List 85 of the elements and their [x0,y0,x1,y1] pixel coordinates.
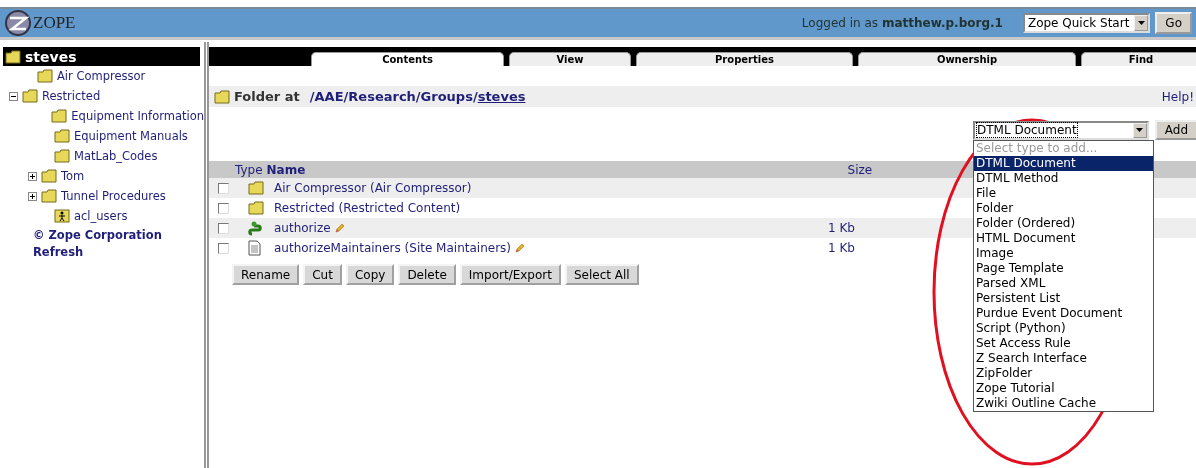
row-checkbox[interactable] [218,182,229,194]
snake-icon [248,220,264,236]
user-folder-icon [54,209,70,223]
folder-icon [41,169,57,183]
dropdown-option[interactable]: Folder [974,201,1153,216]
folder-icon [5,49,21,64]
size-cell-text: 1 Kb [828,221,856,235]
dropdown-option[interactable]: HTML Document [974,231,1153,246]
dropdown-option[interactable]: Image [974,246,1153,261]
tree-item[interactable]: Restricted [42,89,101,103]
sidebar-link[interactable]: Refresh [33,244,84,259]
row-checkbox[interactable] [218,242,229,254]
tree-item[interactable]: acl_users [74,209,128,223]
tab[interactable]: View [509,52,631,66]
logo-text: ZOPE [33,13,76,33]
dropdown-option[interactable]: Page Template [974,261,1153,276]
tab[interactable]: Properties [636,52,853,66]
tree-item[interactable]: Tom [61,169,85,183]
type-select[interactable]: DTML Document [973,120,1149,140]
quick-start-select[interactable]: Zope Quick Start [1022,13,1151,33]
location-label: Folder at [234,89,300,104]
expand-toggle-icon[interactable] [28,191,37,201]
row-checkbox[interactable] [218,202,229,214]
action-button[interactable]: Select All [564,264,639,285]
dropdown-option[interactable]: Z Search Interface [974,351,1153,366]
document-icon [248,240,261,256]
folder-icon [37,69,53,83]
login-status: Logged in as matthew.p.borg.1 [801,16,1003,30]
tree-item[interactable]: Equipment Manuals [74,129,188,143]
dropdown-option[interactable]: Purdue Event Document [974,306,1153,321]
folder-icon [248,201,264,215]
dropdown-option[interactable]: Zope Tutorial [974,381,1153,396]
action-button[interactable]: Delete [398,264,456,285]
path-separator: / [309,89,315,104]
dropdown-option[interactable]: DTML Method [974,171,1153,186]
path-link[interactable]: Groups [420,89,473,104]
item-link[interactable]: Restricted (Restricted Content) [274,201,461,215]
dropdown-option[interactable]: Parsed XML [974,276,1153,291]
item-link[interactable]: Air Compressor (Air Compressor) [274,181,472,195]
path-separator: / [472,89,478,104]
tab[interactable]: Ownership [858,52,1076,66]
folder-icon [51,109,68,123]
tree-item[interactable]: Air Compressor [57,69,146,83]
expand-toggle-icon[interactable] [28,171,37,181]
path-separator: / [415,89,421,104]
path-link[interactable]: steves [477,89,526,104]
folder-icon [41,189,57,203]
collapse-toggle-icon[interactable] [9,91,18,101]
action-button[interactable]: Rename [232,264,300,285]
tree-item[interactable]: Equipment Information [71,109,204,123]
logo-icon [4,9,32,37]
column-header: Type [235,162,263,177]
path-separator: / [343,89,349,104]
dropdown-option[interactable]: ZipFolder [974,366,1153,381]
dropdown-option[interactable]: Folder (Ordered) [974,216,1153,231]
tab[interactable]: Find [1081,52,1196,66]
path-link[interactable]: Research [348,89,416,104]
folder-icon [22,89,38,103]
column-header[interactable]: Name [266,162,848,177]
tree-item[interactable]: MatLab_Codes [74,149,158,163]
help-link[interactable]: Help! [1161,89,1194,104]
dropdown-option[interactable]: File [974,186,1153,201]
dropdown-option[interactable]: Zwiki Outline Cache [974,396,1153,411]
action-button[interactable]: Cut [303,264,342,285]
size-cell-text: 1 Kb [828,241,856,255]
tab[interactable]: Contents [311,52,504,66]
item-link[interactable]: authorize [274,221,331,235]
sidebar-link[interactable]: © Zope Corporation [33,227,162,242]
row-checkbox[interactable] [218,222,229,234]
action-button[interactable]: Import/Export [459,264,561,285]
folder-icon [248,181,264,195]
go-button[interactable]: Go [1155,12,1192,34]
folder-icon [54,129,70,143]
folder-icon [214,89,230,104]
dropdown-option[interactable]: Set Access Rule [974,336,1153,351]
folder-icon [54,149,70,163]
path-link[interactable]: AAE [314,89,344,104]
dropdown-option[interactable]: Persistent List [974,291,1153,306]
column-header: Size [847,162,873,177]
tree-item[interactable]: Tunnel Procedures [61,189,166,203]
action-button[interactable]: Copy [345,264,395,285]
add-button[interactable]: Add [1154,120,1196,140]
dropdown-option[interactable]: DTML Document [974,156,1153,171]
item-link[interactable]: authorizeMaintainers (Site Maintainers) [274,241,512,255]
dropdown-option[interactable]: Script (Python) [974,321,1153,336]
